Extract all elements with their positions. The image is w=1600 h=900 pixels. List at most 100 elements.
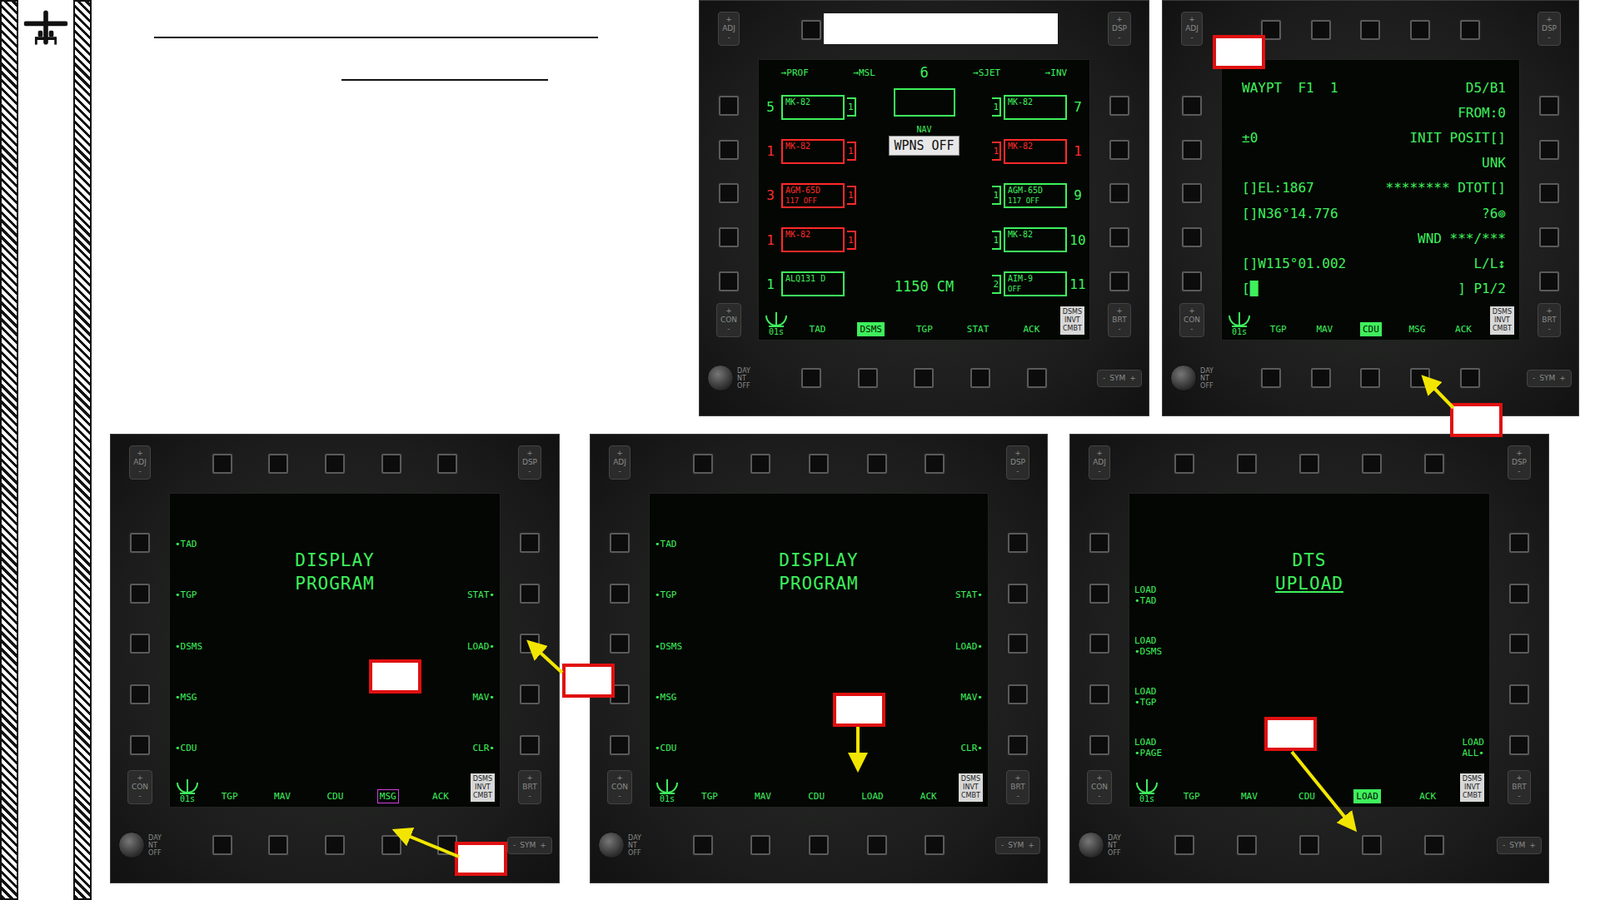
osb-button[interactable] — [750, 453, 771, 474]
station-row[interactable]: 1MK-821 — [991, 139, 1087, 165]
osb-button[interactable] — [1539, 95, 1560, 116]
page-tab[interactable]: LOAD — [858, 789, 887, 804]
sym-rocker[interactable]: -SYM+ — [1520, 340, 1579, 416]
page-tab[interactable]: ACK — [429, 789, 452, 804]
day-night-knob[interactable]: DAYNTOFF — [1162, 340, 1222, 416]
page-tab[interactable]: MSG — [377, 789, 399, 804]
dsp-rocker[interactable]: +DSP- — [500, 434, 559, 494]
osb-button[interactable] — [212, 453, 233, 474]
brt-rocker[interactable]: +BRT- — [1537, 303, 1561, 338]
osb-button[interactable] — [750, 835, 771, 856]
page-tab[interactable]: MAV — [1238, 789, 1261, 804]
osb-button[interactable] — [1007, 533, 1028, 554]
osb-button[interactable] — [129, 583, 150, 604]
adj-rocker[interactable]: +ADJ- — [110, 434, 170, 494]
knob-icon[interactable] — [1170, 364, 1197, 392]
osb-button[interactable] — [1181, 271, 1202, 292]
page-tab[interactable]: MAV — [271, 789, 294, 804]
osb-button[interactable] — [1109, 271, 1130, 292]
osb-button[interactable] — [1089, 684, 1110, 705]
osb-button[interactable] — [129, 533, 150, 554]
osb-button[interactable] — [1361, 835, 1382, 856]
osb-button[interactable] — [1460, 19, 1481, 40]
osb-button[interactable] — [519, 684, 540, 705]
osb-button[interactable] — [1539, 227, 1560, 248]
osb-button[interactable] — [381, 453, 402, 474]
osb-button[interactable] — [519, 533, 540, 554]
dsp-rocker[interactable]: +DSP- — [1520, 0, 1579, 60]
osb-button[interactable] — [1539, 271, 1560, 292]
osb-button[interactable] — [1509, 684, 1530, 705]
osb-button[interactable] — [692, 453, 713, 474]
osb-button[interactable] — [1236, 835, 1257, 856]
dsp-rocker[interactable]: +DSP- — [1490, 434, 1549, 494]
osb-button[interactable] — [692, 835, 713, 856]
osb-button[interactable] — [718, 139, 739, 160]
osb-button[interactable] — [1424, 835, 1445, 856]
osb-button[interactable] — [1007, 633, 1028, 654]
osb-button[interactable] — [867, 835, 888, 856]
osb-button[interactable] — [519, 735, 540, 756]
osb-button[interactable] — [1261, 368, 1281, 389]
page-tab[interactable]: CDU — [323, 789, 346, 804]
osb-button[interactable] — [381, 835, 402, 856]
station-row[interactable]: 1ALQ131 D — [762, 271, 857, 297]
osb-button[interactable] — [1174, 453, 1195, 474]
day-night-knob[interactable]: DAYNTOFF — [699, 340, 758, 416]
brt-rocker[interactable]: +BRT- — [518, 770, 541, 805]
station-row[interactable]: 11AIM-9OFF2 — [991, 271, 1087, 297]
osb-button[interactable] — [801, 19, 822, 40]
station-row[interactable]: 1MK-821 — [762, 139, 857, 165]
osb-button[interactable] — [857, 368, 878, 389]
osb-button[interactable] — [718, 95, 739, 116]
sym-rocker[interactable]: -SYM+ — [1490, 807, 1549, 883]
osb-button[interactable] — [1109, 95, 1130, 116]
osb-button[interactable] — [1109, 139, 1130, 160]
page-tab[interactable]: ACK — [917, 789, 940, 804]
sym-rocker[interactable]: -SYM+ — [988, 807, 1047, 883]
osb-button[interactable] — [609, 633, 630, 654]
osb-button[interactable] — [268, 835, 289, 856]
day-night-knob[interactable]: DAYNTOFF — [1070, 807, 1129, 883]
osb-button[interactable] — [129, 735, 150, 756]
knob-icon[interactable] — [707, 364, 734, 392]
page-tab[interactable]: TGP — [1181, 789, 1203, 804]
osb-button[interactable] — [1410, 19, 1431, 40]
osb-button[interactable] — [268, 453, 289, 474]
osb-button[interactable] — [1007, 684, 1028, 705]
brt-rocker[interactable]: +BRT- — [1507, 770, 1531, 805]
con-rocker[interactable]: +CON- — [1086, 770, 1112, 805]
page-tab[interactable]: TGP — [698, 789, 721, 804]
osb-button[interactable] — [1360, 368, 1381, 389]
osb-button[interactable] — [1509, 633, 1530, 654]
station-row[interactable]: 5MK-821 — [762, 94, 857, 120]
page-tab[interactable]: MAV — [752, 789, 774, 804]
osb-button[interactable] — [924, 453, 945, 474]
adj-rocker[interactable]: +ADJ- — [1070, 434, 1129, 494]
osb-button[interactable] — [1460, 368, 1481, 389]
osb-button[interactable] — [609, 533, 630, 554]
osb-button[interactable] — [324, 835, 345, 856]
osb-button[interactable] — [867, 453, 888, 474]
station-row[interactable]: 10MK-821 — [991, 227, 1087, 253]
day-night-knob[interactable]: DAYNTOFF — [590, 807, 649, 883]
page-tab[interactable]: LOAD — [1353, 789, 1381, 804]
osb-button[interactable] — [1509, 735, 1530, 756]
osb-button[interactable] — [1410, 368, 1431, 389]
page-tab[interactable]: ACK — [1020, 322, 1042, 337]
page-tab[interactable]: TAD — [807, 322, 829, 337]
osb-button[interactable] — [1299, 453, 1320, 474]
osb-button[interactable] — [808, 835, 829, 856]
osb-button[interactable] — [324, 453, 345, 474]
osb-button[interactable] — [1174, 835, 1195, 856]
osb-button[interactable] — [1509, 533, 1530, 554]
osb-button[interactable] — [1361, 453, 1382, 474]
osb-button[interactable] — [1109, 227, 1130, 248]
adj-rocker[interactable]: +ADJ- — [699, 0, 758, 60]
page-tab[interactable]: ACK — [1416, 789, 1439, 804]
page-tab[interactable]: TGP — [913, 322, 936, 337]
osb-button[interactable] — [1424, 453, 1445, 474]
osb-button[interactable] — [609, 735, 630, 756]
osb-button[interactable] — [924, 835, 945, 856]
page-tab[interactable]: DSMS — [857, 322, 885, 337]
